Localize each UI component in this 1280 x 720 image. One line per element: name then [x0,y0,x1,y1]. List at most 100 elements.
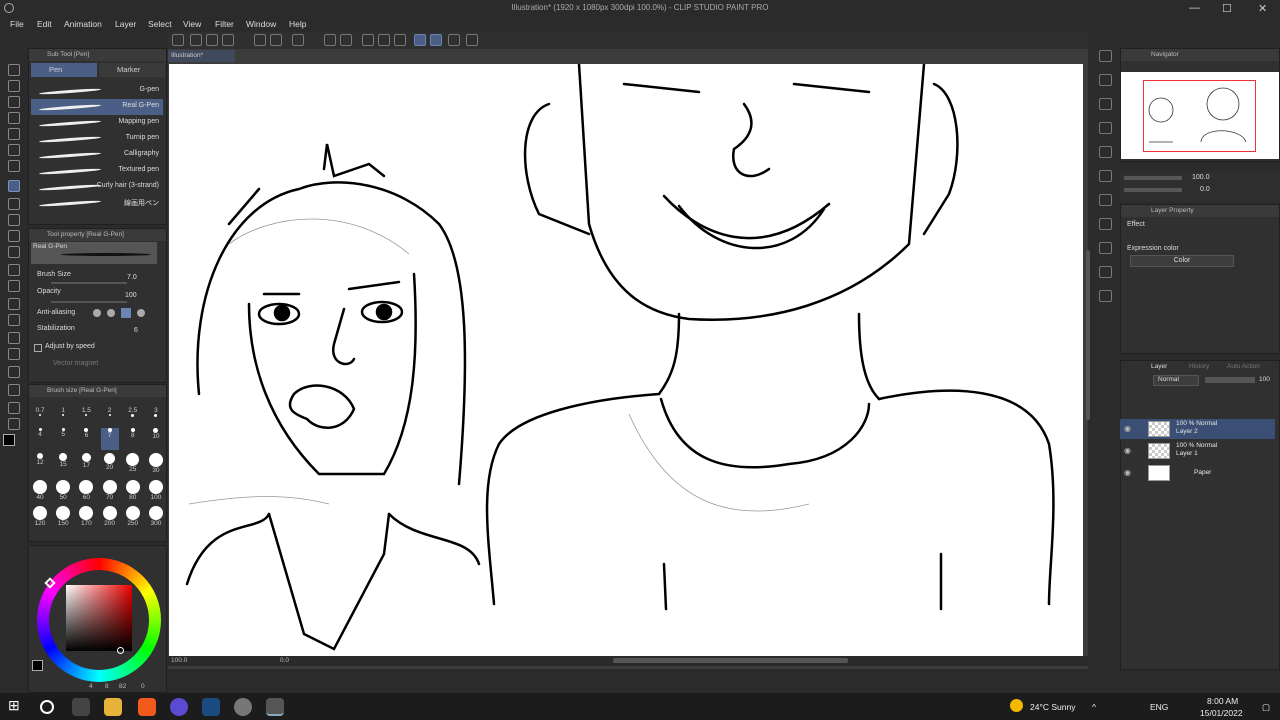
layer-icon[interactable] [1099,146,1112,158]
opacity-slider[interactable] [51,301,127,303]
hand-tool-icon[interactable] [8,80,20,92]
undo-icon[interactable] [254,34,266,46]
zoom-tool-icon[interactable] [8,64,20,76]
size-cell[interactable]: 4 [31,428,49,450]
search-layer-icon[interactable] [1099,170,1112,182]
size-cell[interactable]: 2.5 [124,407,142,429]
size-cell[interactable]: 80 [124,480,142,502]
frame-tool-icon[interactable] [8,348,20,360]
airbrush-tool-icon[interactable] [8,230,20,242]
size-cell[interactable]: 20 [101,453,119,475]
size-cell[interactable]: 30 [147,453,165,475]
spinner-icon[interactable] [292,34,304,46]
size-cell[interactable]: 8 [124,428,142,450]
material-icon[interactable] [1099,98,1112,110]
start-icon[interactable]: ⊞ [8,697,26,715]
size-cell[interactable]: 12 [31,453,49,475]
eyedropper-tool-icon[interactable] [8,160,20,172]
brave-icon[interactable] [138,698,156,716]
horizontal-scrollbar[interactable] [613,658,848,663]
stabilization-value[interactable]: 6 [134,327,138,334]
tab-history[interactable]: History [1189,363,1209,370]
aa-strong-icon[interactable] [137,309,145,317]
brush-tool-icon[interactable] [8,214,20,226]
adjust-speed-checkbox[interactable] [34,344,42,352]
decoration-tool-icon[interactable] [8,246,20,258]
size-cell[interactable]: 40 [31,480,49,502]
main-color-swatch[interactable] [3,434,15,446]
menu-window[interactable]: Window [246,19,276,29]
deselect-icon[interactable] [394,34,406,46]
document-tab[interactable]: Illustration* [168,50,235,62]
close-button[interactable]: ✕ [1258,2,1267,15]
size-cell[interactable]: 250 [124,506,142,528]
drawing-canvas[interactable] [169,64,1083,656]
size-cell[interactable]: 300 [147,506,165,528]
clock-date[interactable]: 15/01/2022 [1200,708,1243,718]
brush-size-slider[interactable] [51,282,127,284]
fill-icon[interactable] [324,34,336,46]
expression-color-select[interactable]: Color [1130,255,1234,267]
weather-text[interactable]: 24°C Sunny [1030,702,1075,712]
selection-tool-icon[interactable] [8,128,20,140]
favorite-icon[interactable] [1099,290,1112,302]
main-color-mini[interactable] [32,660,43,671]
menu-edit[interactable]: Edit [37,19,52,29]
menu-filter[interactable]: Filter [215,19,234,29]
correct-line-tool-icon[interactable] [8,418,20,430]
aa-weak-icon[interactable] [107,309,115,317]
size-cell[interactable]: 1 [54,407,72,429]
aa-medium-icon[interactable] [121,308,131,318]
weather-icon[interactable] [1010,699,1023,712]
tab-auto-action[interactable]: Auto Action [1227,363,1260,370]
size-cell[interactable]: 50 [54,480,72,502]
size-cell[interactable]: 200 [101,506,119,528]
figure-tool-icon[interactable] [8,332,20,344]
size-cell[interactable]: 15 [54,453,72,475]
search-icon[interactable] [40,700,54,714]
brush-item[interactable]: Textured pen [31,163,163,179]
size-cell-selected[interactable]: 7 [100,428,119,450]
menu-file[interactable]: File [10,19,24,29]
snap-ruler-icon[interactable] [414,34,426,46]
steam-icon[interactable] [202,698,220,716]
nav-zoom-value[interactable]: 100.0 [1192,174,1210,181]
lasso-tool-icon[interactable] [8,144,20,156]
size-cell[interactable]: 6 [77,428,95,450]
menu-select[interactable]: Select [148,19,172,29]
pen-tool-icon[interactable] [8,180,20,192]
clear-icon[interactable] [1099,122,1112,134]
blend-mode-select[interactable]: Normal [1153,375,1199,386]
snap-perspective-icon[interactable] [448,34,460,46]
nav-rotate-slider[interactable] [1124,188,1182,192]
clip-studio-icon[interactable] [234,698,252,716]
clear-icon[interactable] [362,34,374,46]
task-view-icon[interactable] [72,698,90,716]
size-cell[interactable]: 70 [101,480,119,502]
ruler-tool-icon[interactable] [8,366,20,378]
menu-layer[interactable]: Layer [115,19,136,29]
animation-icon[interactable] [1099,218,1112,230]
close-doc-icon[interactable] [1099,74,1112,86]
text-tool-icon[interactable] [8,384,20,396]
move-tool-icon[interactable] [8,112,20,124]
brush-item[interactable]: Turnip pen [31,131,163,147]
maximize-button[interactable]: ☐ [1222,2,1232,15]
layer-row[interactable]: ◉ 100 % Normal Layer 2 [1120,419,1275,439]
redo-icon[interactable] [270,34,282,46]
new-file-icon[interactable] [172,34,184,46]
size-cell[interactable]: 3 [147,407,165,429]
eye-icon[interactable]: ◉ [1124,424,1131,433]
size-cell[interactable]: 25 [124,453,142,475]
clip-studio-paint-icon[interactable] [266,698,284,716]
export-icon[interactable] [222,34,234,46]
layer-opacity-slider[interactable] [1205,377,1255,383]
layer-row[interactable]: ◉ 100 % Normal Layer 1 [1120,441,1275,461]
eye-icon[interactable]: ◉ [1124,446,1131,455]
operation-tool-icon[interactable] [8,96,20,108]
notification-icon[interactable]: ▢ [1262,702,1270,713]
discord-icon[interactable] [170,698,188,716]
color-picker-marker[interactable] [117,647,124,654]
snap-grid-icon[interactable] [430,34,442,46]
brush-item[interactable]: Calligraphy [31,147,163,163]
